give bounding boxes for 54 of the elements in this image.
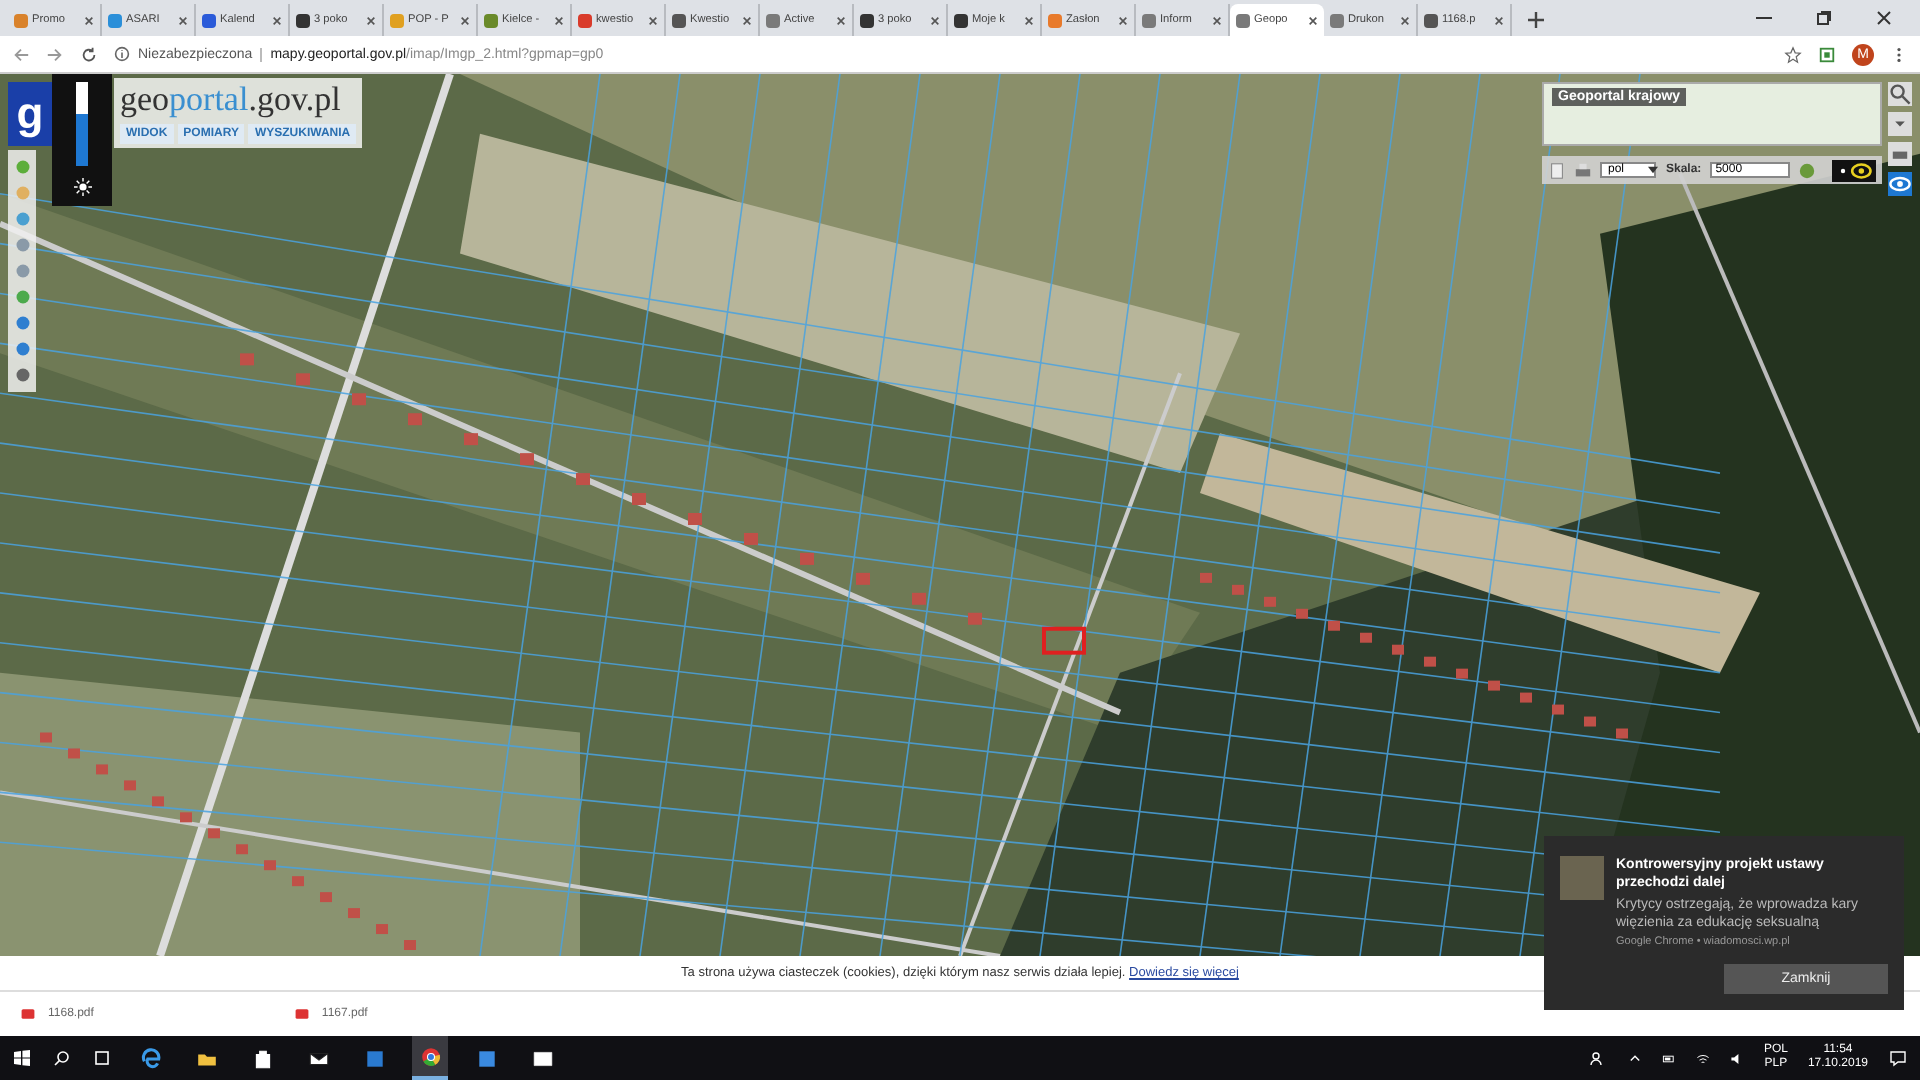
chrome-browser-icon	[419, 1045, 441, 1067]
close-icon[interactable]	[1118, 15, 1128, 25]
app-icon	[363, 1047, 385, 1069]
close-icon[interactable]	[648, 15, 658, 25]
close-icon[interactable]	[1876, 10, 1892, 26]
close-icon[interactable]	[366, 15, 376, 25]
people-icon[interactable]	[1587, 1048, 1608, 1068]
close-icon[interactable]	[742, 15, 752, 25]
close-icon[interactable]	[930, 15, 940, 25]
close-icon[interactable]	[554, 15, 564, 25]
sun-icon	[73, 178, 91, 196]
search-icon[interactable]	[52, 1048, 72, 1068]
close-icon[interactable]	[84, 15, 94, 25]
battery-icon[interactable]	[1661, 1051, 1676, 1065]
new-tab-icon[interactable]	[1528, 12, 1544, 28]
pdf-icon	[20, 1006, 36, 1022]
close-icon[interactable]	[1308, 15, 1318, 25]
star-icon[interactable]	[1784, 45, 1802, 63]
shopping-bag-icon	[251, 1047, 273, 1069]
windows-logo-icon[interactable]	[12, 1048, 32, 1068]
close-icon[interactable]	[1494, 15, 1504, 25]
eye-icon[interactable]	[1832, 159, 1876, 181]
printer-icon[interactable]	[1888, 142, 1912, 166]
task-view-icon[interactable]	[92, 1048, 112, 1068]
restore-icon[interactable]	[1816, 10, 1832, 26]
extension-icon[interactable]	[1818, 45, 1836, 63]
info-icon	[114, 46, 130, 62]
printer-icon[interactable]	[1574, 161, 1592, 179]
photo-placeholder	[1560, 856, 1604, 900]
close-icon[interactable]	[272, 15, 282, 25]
opacity-slider[interactable]	[52, 74, 112, 206]
forward-icon[interactable]	[46, 45, 64, 63]
site-title: geoportal.gov.pl	[120, 82, 343, 116]
browser-icon	[139, 1047, 161, 1069]
close-icon[interactable]	[1024, 15, 1034, 25]
logo-icon: g	[8, 82, 52, 146]
envelope-icon	[307, 1047, 329, 1069]
close-icon[interactable]	[460, 15, 470, 25]
reload-icon[interactable]	[80, 45, 98, 63]
close-icon[interactable]	[836, 15, 846, 25]
wifi-icon[interactable]	[1695, 1051, 1710, 1065]
image-icon	[531, 1047, 553, 1069]
close-icon[interactable]	[1400, 15, 1410, 25]
pdf-icon	[293, 1006, 310, 1022]
caret-icon[interactable]	[1627, 1051, 1642, 1065]
document-icon[interactable]	[1548, 161, 1566, 179]
close-icon[interactable]	[1212, 15, 1222, 25]
caret-icon[interactable]	[1648, 166, 1658, 174]
app-icon	[475, 1047, 497, 1069]
taskbar-app[interactable]	[412, 1036, 448, 1080]
close-icon[interactable]	[178, 15, 188, 25]
back-icon[interactable]	[12, 45, 30, 63]
notifications-icon[interactable]	[1888, 1048, 1908, 1068]
speaker-icon[interactable]	[1729, 1051, 1744, 1065]
